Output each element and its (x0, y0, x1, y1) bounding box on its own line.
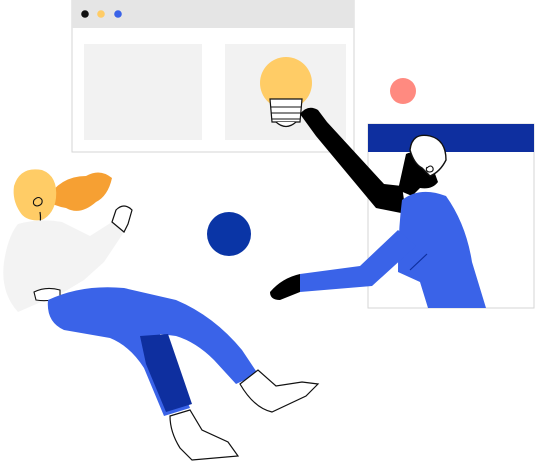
illustration-svg (3, 0, 535, 461)
blue-circle-icon (207, 212, 251, 256)
illustration-canvas (0, 0, 536, 464)
pink-circle-icon (390, 78, 416, 104)
woman-figure-icon (3, 169, 320, 461)
